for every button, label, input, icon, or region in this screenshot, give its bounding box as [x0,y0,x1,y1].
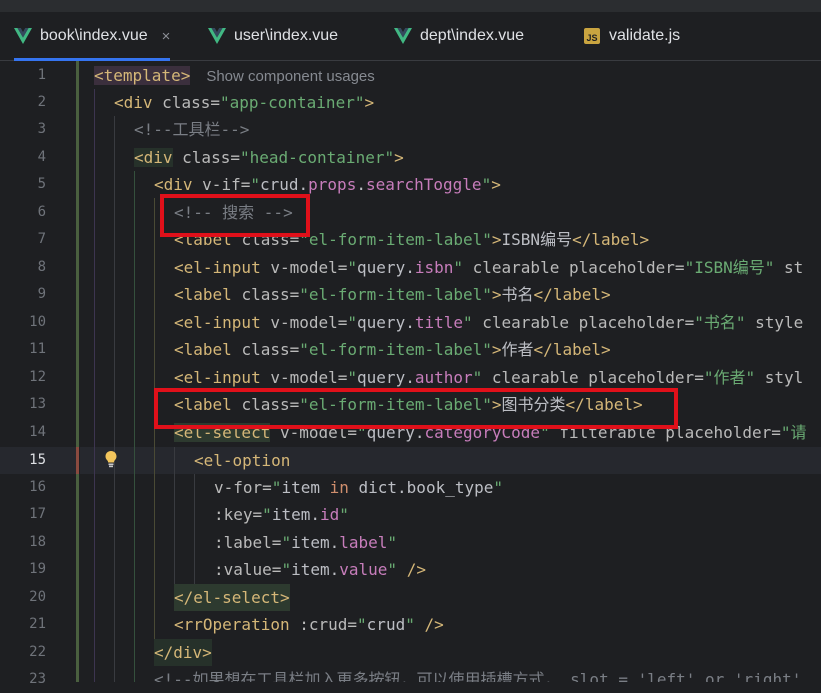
line-number-gutter: 1 2 3 4 5 6 7 8 9 10 11 12 13 14 15 16 17 18 19 20 21 22 23 [0,61,79,687]
title-bar-strip [0,0,821,12]
vcs-change-marker [76,61,79,682]
tab-label: validate.js [609,27,681,44]
indent-guide [94,89,95,682]
line-number: 8 [37,259,46,275]
code-line-22: </div> [154,639,212,666]
tab-label: book\index.vue [40,27,148,44]
code-line-4: <div class="head-container"> [134,148,404,167]
line-number: 6 [37,204,46,220]
js-icon: JS [584,28,600,44]
line-number: 15 [29,452,46,468]
line-number: 12 [29,369,46,385]
line-number: 23 [29,671,46,687]
tab-label: user\index.vue [234,27,339,44]
line-number: 22 [29,644,46,660]
code-line-16: v-for="item in dict.book_type" [214,478,504,497]
indent-guide [114,116,115,682]
code-line-2: <div class="app-container"> [114,93,375,112]
tab-dept-index-vue[interactable]: dept\index.vue [394,12,524,60]
indent-guide [174,447,175,598]
code-line-15: <el-option [194,451,291,470]
line-number: 11 [29,341,46,357]
highlight-box-line-13 [154,388,678,429]
tab-book-index-vue[interactable]: book\index.vue × [14,12,171,61]
code-line-1: <template> Show component usages [94,66,375,85]
code-line-20: </el-select> [174,584,290,611]
code-line-17: :key="item.id" [214,505,349,524]
line-number: 20 [29,589,46,605]
line-number: 1 [37,67,46,83]
code-line-23: <!--如果想在工具栏加入更多按钮，可以使用插槽方式， slot = 'left… [154,670,802,682]
code-line-8: <el-input v-model="query.isbn" clearable… [174,258,804,277]
line-number: 10 [29,314,46,330]
vue-icon [14,28,32,44]
editor-tab-bar: book\index.vue × user\index.vue dept\ind… [0,12,821,61]
line-number: 19 [29,561,46,577]
line-number: 14 [29,424,46,440]
line-number: 21 [29,616,46,632]
code-line-12: <el-input v-model="query.author" clearab… [174,368,804,387]
line-number: 2 [37,94,46,110]
code-line-19: :value="item.value" /> [214,560,426,579]
line-number: 5 [37,176,46,192]
tab-label: dept\index.vue [420,27,525,44]
component-usages-hint[interactable]: Show component usages [206,68,374,85]
line-number: 9 [37,286,46,302]
lightbulb-icon[interactable] [104,450,118,468]
close-tab-icon[interactable]: × [162,28,171,45]
tab-user-index-vue[interactable]: user\index.vue [208,12,338,60]
line-number: 7 [37,231,46,247]
line-number: 4 [37,149,46,165]
line-number: 3 [37,121,46,137]
code-editor[interactable]: <template> Show component usages <div cla… [80,61,821,682]
line-number: 17 [29,506,46,522]
code-line-9: <label class="el-form-item-label">书名</la… [174,285,611,304]
indent-guide [134,171,135,682]
tab-validate-js[interactable]: JS validate.js [584,12,680,60]
code-line-18: :label="item.label" [214,533,398,552]
vue-icon [394,28,412,44]
highlight-box-line-6 [160,194,310,237]
code-line-21: <rrOperation :crud="crud" /> [174,615,444,634]
vue-icon [208,28,226,44]
code-line-10: <el-input v-model="query.title" clearabl… [174,313,804,332]
line-number: 16 [29,479,46,495]
vcs-change-marker-current [76,447,79,474]
code-line-3: <!--工具栏--> [134,120,250,139]
code-line-11: <label class="el-form-item-label">作者</la… [174,340,611,359]
line-number: 18 [29,534,46,550]
indent-guide [194,474,195,598]
line-number: 13 [29,396,46,412]
current-line-highlight [80,447,821,474]
